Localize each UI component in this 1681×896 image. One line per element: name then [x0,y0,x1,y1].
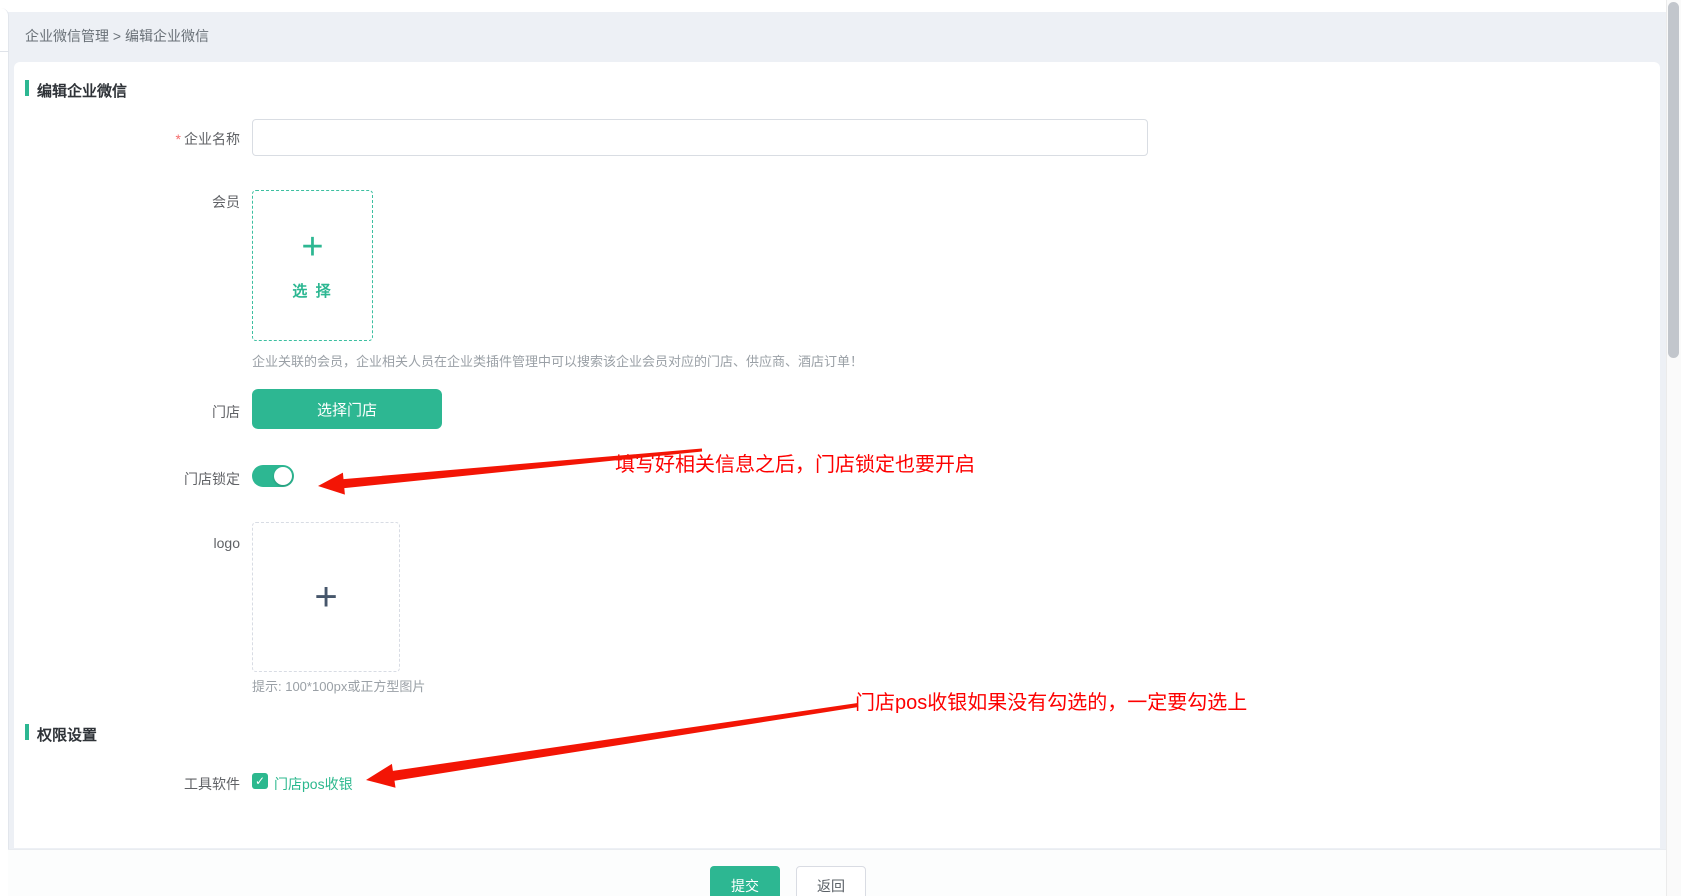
logo-hint-text: 提示: 100*100px或正方型图片 [252,676,425,695]
section-title-edit: 编辑企业微信 [37,80,127,101]
toggle-knob [274,467,292,485]
member-select-text: 选 择 [292,280,332,301]
pos-checkbox-label[interactable]: 门店pos收银 [274,774,353,794]
section-title-perms: 权限设置 [37,724,97,745]
tools-label: 工具软件 [0,774,240,794]
member-select-box[interactable]: + 选 择 [252,190,373,341]
company-name-input[interactable] [252,119,1148,156]
required-asterisk: * [176,131,181,147]
store-lock-toggle[interactable] [252,465,294,487]
pos-annotation: 门店pos收银如果没有勾选的，一定要勾选上 [855,686,1247,715]
logo-label: logo [0,535,240,551]
select-store-button[interactable]: 选择门店 [252,389,442,429]
store-lock-annotation: 填写好相关信息之后，门店锁定也要开启 [615,448,975,477]
breadcrumb[interactable]: 企业微信管理 > 编辑企业微信 [25,26,209,46]
back-button[interactable]: 返回 [796,866,866,896]
pos-checkbox[interactable]: ✓ [252,773,268,789]
store-lock-label: 门店锁定 [0,469,240,489]
section-accent-bar [25,724,29,740]
plus-icon: + [314,575,337,620]
member-label: 会员 [0,192,240,212]
logo-upload-box[interactable]: + [252,522,400,672]
section-accent-bar [25,80,29,96]
scrollbar-thumb[interactable] [1668,2,1679,358]
plus-icon: + [301,230,323,264]
store-label: 门店 [0,402,240,422]
company-name-label: *企业名称 [0,129,240,149]
member-help-text: 企业关联的会员，企业相关人员在企业类插件管理中可以搜索该企业会员对应的门店、供应… [252,351,863,370]
sidebar-divider [0,51,9,52]
submit-button[interactable]: 提交 [710,866,780,896]
top-strip [0,0,1681,12]
